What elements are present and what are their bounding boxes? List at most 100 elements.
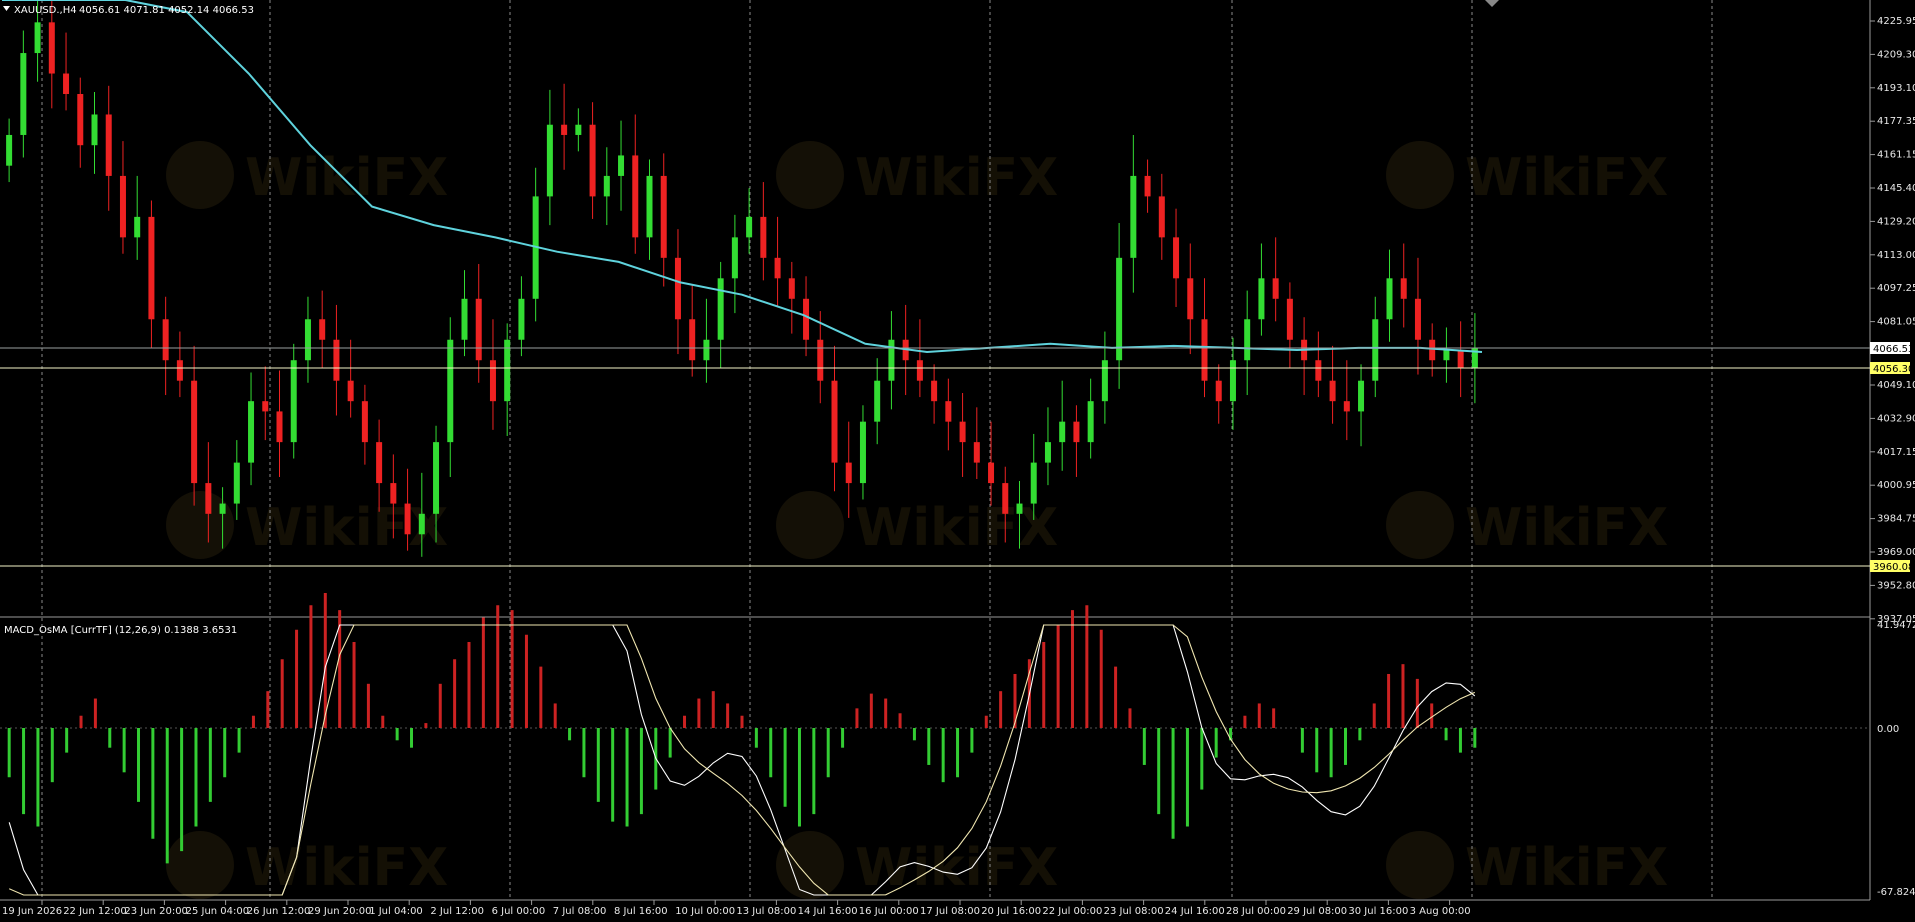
candle-bear [1272, 278, 1279, 299]
candle-bear [1343, 401, 1350, 412]
candle-bull [1358, 380, 1365, 412]
watermark-text: WikiFX [1465, 498, 1668, 558]
candle-bull [646, 175, 653, 238]
watermark-text: WikiFX [855, 498, 1058, 558]
time-label: 6 Jul 00:00 [492, 906, 546, 917]
bid-price-tag: 4066.53 [1870, 342, 1914, 355]
time-label: 3 Aug 00:00 [1410, 906, 1471, 917]
candle-bull [233, 462, 240, 504]
candle-bull [504, 339, 511, 402]
candle-bear [916, 360, 923, 381]
price-axis[interactable]: 4225.95 4209.30 4193.10 4177.35 4161.15 4145.… [1870, 16, 1915, 625]
candle-bear [1315, 360, 1322, 381]
candle-bear [489, 360, 496, 402]
candle-bear [1215, 380, 1222, 402]
time-label: 1 Jul 04:00 [369, 906, 423, 917]
time-label: 19 Jun 2026 [2, 906, 62, 917]
price-tick-label: 4081.05 [1877, 317, 1915, 328]
time-label: 7 Jul 08:00 [553, 906, 607, 917]
candle-bull [746, 216, 753, 238]
candle-bear [803, 298, 810, 340]
candle-bear [1429, 339, 1436, 361]
candle-bear [959, 421, 966, 443]
time-label: 16 Jul 00:00 [859, 906, 919, 917]
candlestick-series [6, 0, 1478, 557]
level-1-tag-label: 4056.30 [1873, 364, 1914, 375]
candle-bull [575, 124, 582, 135]
price-tick-label: 4049.10 [1877, 380, 1915, 391]
candle-bull [433, 442, 440, 514]
price-tick-label: 4193.10 [1877, 83, 1915, 94]
chart-header: XAUUSD.,H4 4056.61 4071.81 4052.14 4066.… [3, 5, 254, 16]
triangle-down-icon[interactable] [3, 6, 10, 11]
candle-bull [1229, 360, 1236, 402]
time-axis[interactable]: 19 Jun 2026 22 Jun 12:0023 Jun 20:0025 Ju… [2, 900, 1471, 917]
macd-axis[interactable]: 41.9472 0.00 -67.8247 [1877, 620, 1915, 898]
candle-bull [1087, 401, 1094, 443]
candle-bull [1443, 349, 1450, 361]
watermark-logo-icon [166, 141, 234, 209]
candle-bull [447, 339, 454, 443]
watermark-logo-icon [776, 831, 844, 899]
watermark-text: WikiFX [245, 148, 448, 208]
level-2-tag-label: 3960.08 [1873, 562, 1914, 573]
time-label: 13 Jul 08:00 [736, 906, 796, 917]
candle-bear [1158, 196, 1165, 238]
candle-bull [418, 513, 425, 535]
watermark-text: WikiFX [1465, 838, 1668, 898]
candle-bear [1286, 298, 1293, 340]
candle-bull [603, 175, 610, 197]
time-label: 24 Jul 16:00 [1165, 906, 1225, 917]
time-label: 23 Jun 20:00 [124, 906, 188, 917]
time-label: 22 Jun 12:00 [63, 906, 127, 917]
candle-bull [1372, 319, 1379, 381]
candle-bull [1386, 278, 1393, 320]
time-label: 30 Jul 16:00 [1348, 906, 1408, 917]
candle-bear [119, 175, 126, 238]
time-label: 20 Jul 16:00 [981, 906, 1041, 917]
candle-bull [546, 124, 553, 197]
candle-bear [63, 73, 70, 95]
candle-bear [347, 380, 354, 402]
candle-bear [660, 175, 667, 258]
watermark-logo-icon [166, 831, 234, 899]
candle-bear [475, 298, 482, 361]
candle-bull [20, 53, 27, 135]
candle-bear [1144, 175, 1151, 197]
price-chart[interactable]: WikiFX WikiFX WikiFX WikiFX WikiFX WikiFX Wiki… [0, 0, 1915, 922]
watermark-logo-icon [776, 491, 844, 559]
candle-bear [276, 411, 283, 443]
candle-bull [888, 339, 895, 381]
chart-shift-marker-icon[interactable] [1485, 0, 1499, 7]
candle-bull [731, 237, 738, 279]
candle-bear [1400, 278, 1407, 299]
ohlc-values: 4056.61 4071.81 4052.14 4066.53 [79, 5, 254, 16]
macd-tick-label: -67.8247 [1877, 887, 1915, 898]
price-tick-label: 4145.40 [1877, 183, 1915, 194]
candle-bull [6, 134, 13, 166]
candle-bull [1044, 442, 1051, 463]
watermark-text: WikiFX [245, 838, 448, 898]
price-tick-label: 4017.15 [1877, 447, 1915, 458]
macd-tick-label: 41.9472 [1877, 620, 1915, 631]
level-2-tag: 3960.08 [1870, 560, 1914, 573]
candle-bull [219, 503, 226, 514]
candle-bear [404, 503, 411, 535]
watermark-text: WikiFX [855, 838, 1058, 898]
candle-bull [461, 298, 468, 340]
watermark-logo-icon [1386, 491, 1454, 559]
candle-bull [304, 319, 311, 361]
bid-price-tag-label: 4066.53 [1873, 344, 1914, 355]
candle-bull [703, 339, 710, 361]
candle-bear [77, 94, 84, 146]
time-label: 14 Jul 16:00 [798, 906, 858, 917]
candle-bull [1030, 462, 1037, 504]
candle-bear [973, 442, 980, 463]
candle-bull [1130, 175, 1137, 258]
candle-bear [1201, 319, 1208, 381]
candle-bull [1258, 278, 1265, 320]
price-tick-label: 4113.00 [1877, 250, 1915, 261]
candle-bull [34, 22, 41, 54]
indicator-label: MACD_OsMA [CurrTF] (12,26,9) 0.1388 3.65… [4, 625, 237, 636]
time-label: 2 Jul 12:00 [430, 906, 484, 917]
